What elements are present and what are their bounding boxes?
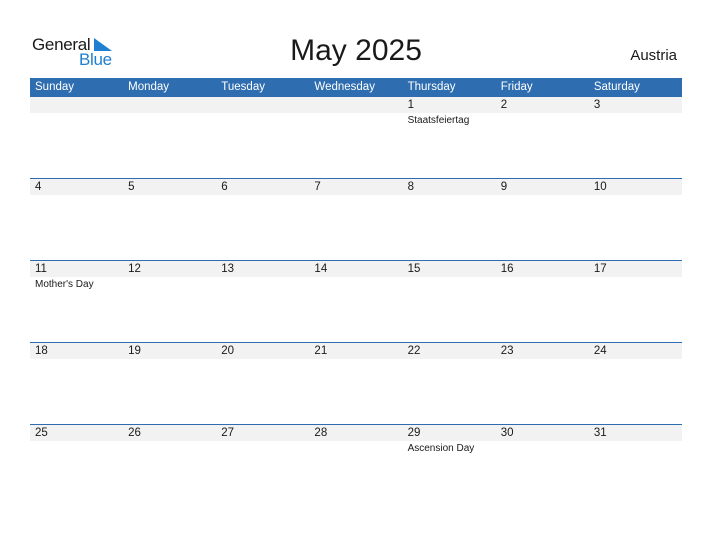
weekday-sunday: Sunday <box>35 81 75 93</box>
day-number <box>128 97 216 113</box>
day-cell: 27 <box>216 425 309 456</box>
day-cell: 21 <box>309 343 402 360</box>
day-number: 15 <box>407 263 421 275</box>
holiday-label: Ascension Day <box>407 443 475 454</box>
day-cell: 3 <box>589 97 682 128</box>
week-row: 4 5 6 7 8 9 10 <box>30 178 682 260</box>
week-row: 1 Staatsfeiertag 2 3 <box>30 97 682 178</box>
day-cell: 19 <box>123 343 216 360</box>
weekday-tuesday: Tuesday <box>221 81 265 93</box>
weekday-header: Sunday Monday Tuesday Wednesday Thursday… <box>30 78 682 97</box>
weekday-wednesday: Wednesday <box>314 81 375 93</box>
day-cell: 2 <box>496 97 589 128</box>
day-number: 13 <box>221 263 235 275</box>
day-number: 2 <box>500 99 508 111</box>
day-cell: 24 <box>589 343 682 360</box>
weekday-monday: Monday <box>128 81 170 93</box>
day-number: 20 <box>221 345 235 357</box>
day-number: 9 <box>500 181 508 193</box>
weekday-friday: Friday <box>500 81 533 93</box>
day-number: 22 <box>407 345 421 357</box>
week-row: 18 19 20 21 22 23 24 <box>30 342 682 424</box>
day-cell <box>30 97 123 128</box>
day-cell: 4 <box>30 179 123 196</box>
weeks-container: 1 Staatsfeiertag 2 3 4 5 6 7 8 9 10 11 Mother's Day 1… <box>30 97 682 506</box>
weekday-thursday: Thursday <box>407 81 456 93</box>
day-cell: 17 <box>589 261 682 292</box>
day-number: 25 <box>35 427 48 439</box>
day-cell: 31 <box>589 425 682 456</box>
day-cell: 20 <box>216 343 309 360</box>
day-cell: 26 <box>123 425 216 456</box>
day-cell: 28 <box>309 425 402 456</box>
day-number: 14 <box>314 263 328 275</box>
day-number <box>314 97 402 113</box>
day-number <box>221 97 309 113</box>
day-number: 19 <box>128 345 141 357</box>
day-cell: 15 <box>403 261 496 292</box>
week-cells: 18 19 20 21 22 23 24 <box>30 343 682 360</box>
day-number: 31 <box>593 427 607 439</box>
weekday-saturday: Saturday <box>593 81 640 93</box>
calendar-title: May 2025 <box>290 34 422 67</box>
day-number: 5 <box>128 181 135 193</box>
day-number: 29 <box>407 427 421 439</box>
week-cells: 11 Mother's Day 12 13 14 15 16 17 <box>30 261 682 292</box>
week-cells: 1 Staatsfeiertag 2 3 <box>30 97 682 128</box>
week-cells: 25 26 27 28 29 Ascension Day 30 31 <box>30 425 682 456</box>
day-cell: 6 <box>216 179 309 196</box>
holiday-label: Staatsfeiertag <box>407 115 470 126</box>
week-row: 11 Mother's Day 12 13 14 15 16 17 <box>30 260 682 342</box>
day-number: 18 <box>35 345 48 357</box>
day-cell <box>216 97 309 128</box>
day-cell: 23 <box>496 343 589 360</box>
day-cell: 25 <box>30 425 123 456</box>
calendar-grid: Sunday Monday Tuesday Wednesday Thursday… <box>30 78 682 506</box>
day-number: 11 <box>35 263 47 275</box>
day-number: 16 <box>500 263 514 275</box>
day-number: 12 <box>128 263 141 275</box>
day-number: 1 <box>407 99 414 111</box>
day-cell: 7 <box>309 179 402 196</box>
day-number: 26 <box>128 427 141 439</box>
day-number: 4 <box>35 181 42 193</box>
day-number: 23 <box>500 345 514 357</box>
day-number: 6 <box>221 181 228 193</box>
week-cells: 4 5 6 7 8 9 10 <box>30 179 682 196</box>
day-cell: 16 <box>496 261 589 292</box>
day-cell: 12 <box>123 261 216 292</box>
week-row: 25 26 27 28 29 Ascension Day 30 31 <box>30 424 682 506</box>
day-number: 7 <box>314 181 321 193</box>
day-number: 30 <box>500 427 514 439</box>
day-number: 10 <box>593 181 607 193</box>
country-label: Austria <box>630 47 677 64</box>
day-cell: 9 <box>496 179 589 196</box>
day-number: 28 <box>314 427 328 439</box>
day-number: 24 <box>593 345 607 357</box>
day-cell: 30 <box>496 425 589 456</box>
day-number: 8 <box>407 181 414 193</box>
day-cell: 22 <box>403 343 496 360</box>
day-cell <box>309 97 402 128</box>
day-cell: 10 <box>589 179 682 196</box>
day-number <box>35 97 123 113</box>
day-cell: 18 <box>30 343 123 360</box>
day-cell: 11 Mother's Day <box>30 261 123 292</box>
day-cell: 8 <box>403 179 496 196</box>
holiday-label: Mother's Day <box>35 279 94 290</box>
day-cell: 1 Staatsfeiertag <box>403 97 496 128</box>
day-cell: 14 <box>309 261 402 292</box>
day-cell: 29 Ascension Day <box>403 425 496 456</box>
day-cell: 13 <box>216 261 309 292</box>
day-number: 3 <box>593 99 601 111</box>
day-number: 21 <box>314 345 328 357</box>
day-number: 27 <box>221 427 235 439</box>
day-number: 17 <box>593 263 607 275</box>
day-cell <box>123 97 216 128</box>
day-cell: 5 <box>123 179 216 196</box>
